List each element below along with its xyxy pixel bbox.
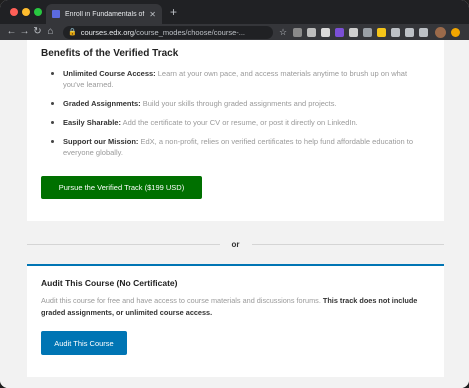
benefit-item: Unlimited Course Access: Learn at your o…: [41, 68, 430, 90]
extension-icon[interactable]: [391, 27, 401, 37]
bookmark-star-icon[interactable]: ☆: [279, 27, 287, 38]
divider-line-left: [27, 243, 220, 245]
extension-icon[interactable]: [377, 27, 387, 37]
forward-button[interactable]: →: [18, 24, 31, 40]
audit-description: Audit this course for free and have acce…: [41, 295, 430, 319]
extension-icon[interactable]: [335, 27, 345, 37]
audit-description-text: Audit this course for free and have acce…: [41, 296, 323, 305]
extension-icon[interactable]: [349, 27, 359, 37]
benefits-list: Unlimited Course Access: Learn at your o…: [41, 68, 430, 158]
browser-tab[interactable]: Enroll in Fundamentals of TinyML ✕: [46, 4, 162, 24]
extensions-bar: [293, 27, 433, 37]
bullet-icon: [51, 72, 54, 75]
extension-icon[interactable]: [419, 27, 429, 37]
audit-course-button[interactable]: Audit This Course: [41, 331, 127, 355]
extension-icon[interactable]: [307, 27, 317, 37]
edx-favicon-icon: [52, 10, 60, 18]
benefit-text: Add the certificate to your CV or resume…: [120, 118, 358, 127]
extension-icon[interactable]: [293, 27, 303, 37]
lock-icon: 🔒: [68, 29, 77, 36]
browser-toolbar: ← → ↻ ⌂ 🔒 courses.edx.org/course_modes/c…: [0, 24, 469, 40]
divider-or-label: or: [231, 239, 240, 249]
url-text: courses.edx.org/course_modes/choose/cour…: [81, 28, 245, 37]
bullet-icon: [51, 121, 54, 124]
divider-line-right: [251, 243, 444, 245]
home-button[interactable]: ⌂: [44, 24, 57, 40]
profile-avatar[interactable]: [435, 26, 447, 38]
url-host: courses.edx.org: [80, 27, 135, 37]
tab-title: Enroll in Fundamentals of TinyML: [65, 10, 146, 18]
benefit-item: Easily Sharable: Add the certificate to …: [41, 117, 430, 128]
benefit-title: Support our Mission:: [63, 137, 139, 146]
new-tab-button[interactable]: +: [170, 5, 177, 19]
benefit-title: Graded Assignments:: [63, 99, 141, 108]
update-menu-icon[interactable]: [451, 27, 461, 37]
address-bar[interactable]: 🔒 courses.edx.org/course_modes/choose/co…: [63, 25, 273, 39]
benefit-text: Build your skills through graded assignm…: [140, 99, 337, 108]
minimize-window-button[interactable]: [22, 8, 30, 16]
tab-close-icon[interactable]: ✕: [149, 10, 156, 19]
extension-icon[interactable]: [405, 27, 415, 37]
benefit-item: Support our Mission: EdX, a non-profit, …: [41, 136, 430, 158]
benefit-title: Easily Sharable:: [63, 118, 121, 127]
benefit-title: Unlimited Course Access:: [63, 69, 156, 78]
audit-heading: Audit This Course (No Certificate): [41, 278, 178, 288]
back-button[interactable]: ←: [5, 24, 18, 40]
maximize-window-button[interactable]: [34, 8, 42, 16]
reload-button[interactable]: ↻: [31, 24, 44, 40]
bullet-icon: [51, 102, 54, 105]
benefit-item: Graded Assignments: Build your skills th…: [41, 98, 430, 109]
browser-window: Enroll in Fundamentals of TinyML ✕ + ← →…: [0, 0, 469, 388]
audit-track-card: Audit This Course (No Certificate) Audit…: [27, 264, 444, 377]
or-divider: or: [27, 237, 444, 251]
extension-icon[interactable]: [321, 27, 331, 37]
tab-bar: Enroll in Fundamentals of TinyML ✕ +: [0, 0, 469, 24]
page-content: Benefits of the Verified Track Unlimited…: [0, 40, 469, 388]
bullet-icon: [51, 140, 54, 143]
close-window-button[interactable]: [10, 8, 18, 16]
extension-icon[interactable]: [363, 27, 373, 37]
url-path: /course_modes/choose/course-...: [134, 27, 245, 37]
verified-benefits-heading: Benefits of the Verified Track: [41, 48, 179, 59]
pursue-verified-track-button[interactable]: Pursue the Verified Track ($199 USD): [41, 176, 202, 199]
verified-track-card: Benefits of the Verified Track Unlimited…: [27, 40, 444, 221]
